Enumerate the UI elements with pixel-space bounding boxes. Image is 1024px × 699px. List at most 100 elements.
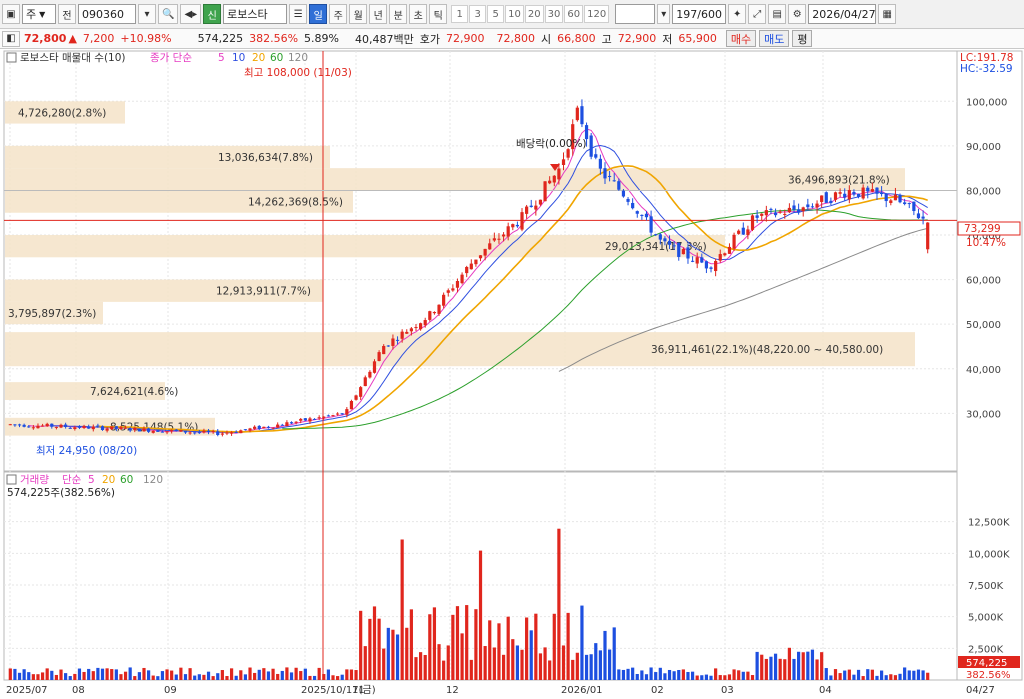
empty-field[interactable] <box>615 4 656 24</box>
volume-bar <box>225 676 229 680</box>
x-axis-label: 04/27 <box>966 685 995 696</box>
candle-body <box>644 213 649 218</box>
volume-profile-label: 36,911,461(22.1%)(48,220.00 ~ 40,580.00) <box>651 344 883 356</box>
market-value: 주 <box>26 8 37 21</box>
candle-body <box>437 304 441 314</box>
volume-bar <box>100 668 105 680</box>
volume-tick-label: 10,000K <box>968 549 1010 560</box>
volume-bar <box>59 669 63 680</box>
period-120[interactable]: 120 <box>584 5 610 23</box>
candle-body <box>732 234 736 249</box>
expand-icon[interactable]: ◧ <box>2 30 20 47</box>
buy-button[interactable]: 매수 <box>725 30 757 47</box>
volume-bar <box>667 669 672 680</box>
tf-week[interactable]: 주 <box>329 4 348 24</box>
search-icon[interactable]: 🔍 <box>158 4 179 24</box>
candle-body <box>77 426 82 428</box>
window-icon[interactable]: ▣ <box>2 4 20 24</box>
volume-bar <box>87 668 91 680</box>
legend-toggle-icon[interactable] <box>6 52 17 63</box>
candle-body <box>308 418 312 422</box>
volume-bar <box>174 674 178 680</box>
volume-bar <box>474 609 478 680</box>
volume-bar <box>391 629 395 680</box>
tool-icon-b[interactable]: ⤢ <box>748 4 767 24</box>
volume-bar <box>271 668 275 680</box>
candle-body <box>856 193 861 197</box>
tf-min[interactable]: 분 <box>389 4 408 24</box>
volume-bar <box>695 675 699 680</box>
sell-button[interactable]: 매도 <box>759 30 790 47</box>
volume-bar <box>312 675 317 680</box>
candle-body <box>289 422 294 424</box>
candle-body <box>843 193 847 198</box>
tf-sec[interactable]: 초 <box>409 4 428 24</box>
dropdown-icon[interactable]: ▾ <box>138 4 156 24</box>
candle-body <box>635 211 639 214</box>
volume-bar <box>672 671 676 680</box>
candle-body <box>82 425 86 429</box>
candle-body <box>478 255 483 259</box>
volume-tick-label: 7,500K <box>968 581 1004 592</box>
candle-body <box>552 175 556 183</box>
market-select[interactable]: 주 ▼ <box>22 4 56 24</box>
spin-icon[interactable]: ▾ <box>657 4 671 24</box>
period-30[interactable]: 30 <box>544 5 564 23</box>
candle-body <box>847 190 851 200</box>
stock-chart[interactable]: 100,00090,00080,00070,00060,00050,00040,… <box>0 49 1024 699</box>
volume-bar <box>543 647 547 680</box>
period-1[interactable]: 1 <box>451 5 469 23</box>
candle-body <box>220 433 224 435</box>
volume-bar <box>257 669 261 680</box>
candle-body <box>239 430 243 434</box>
code-input[interactable]: 090360 <box>78 4 136 24</box>
eval-button[interactable]: 평 <box>792 30 813 47</box>
stock-name[interactable]: 로보스타 <box>223 4 288 24</box>
hc-value: HC:-32.59 <box>960 63 1013 75</box>
tf-day[interactable]: 일 <box>309 4 328 24</box>
volume-bar <box>737 670 741 680</box>
calendar-icon[interactable]: ▦ <box>878 4 897 24</box>
candle-body <box>903 202 907 205</box>
period-60[interactable]: 60 <box>564 5 584 23</box>
gear-icon[interactable]: ⚙ <box>788 4 807 24</box>
volume-bar <box>829 675 833 680</box>
volume-bar <box>151 675 155 680</box>
candle-body <box>446 290 450 293</box>
candle-body <box>225 432 229 434</box>
candle-body <box>133 427 137 431</box>
volume-bar <box>469 659 473 680</box>
tool-icon-a[interactable]: ✦ <box>728 4 747 24</box>
volume-bar <box>299 671 303 680</box>
period-3[interactable]: 3 <box>469 5 487 23</box>
price-tick-label: 80,000 <box>966 186 1001 197</box>
tf-tick[interactable]: 틱 <box>429 4 448 24</box>
tf-month[interactable]: 월 <box>349 4 368 24</box>
period-5[interactable]: 5 <box>487 5 505 23</box>
sound-icon[interactable]: ◀▸ <box>180 4 202 24</box>
prev-button[interactable]: 전 <box>58 4 76 24</box>
candle-body <box>506 226 510 237</box>
volume-bar <box>82 671 86 680</box>
tf-year[interactable]: 년 <box>369 4 388 24</box>
date-field[interactable]: 2026/04/27 <box>808 4 877 24</box>
volume-bar <box>658 667 662 680</box>
candle-body <box>801 207 805 212</box>
candle-body <box>829 200 833 204</box>
volume-bar <box>340 674 344 680</box>
stock-menu-icon[interactable]: ☰ <box>289 4 308 24</box>
volume-bar <box>566 612 570 680</box>
chevron-down-icon: ▼ <box>39 9 46 19</box>
current-price-value: 73,299 <box>964 223 1001 235</box>
volume-legend-toggle-icon[interactable] <box>6 474 17 485</box>
candle-body <box>377 352 381 361</box>
count-field[interactable]: 197/600 <box>672 4 727 24</box>
vma20-label: 20 <box>102 474 115 486</box>
candle-body <box>584 125 589 140</box>
period-20[interactable]: 20 <box>524 5 544 23</box>
candle-body <box>497 238 501 240</box>
period-10[interactable]: 10 <box>505 5 524 23</box>
save-icon[interactable]: ▤ <box>768 4 787 24</box>
candle-body <box>663 238 667 242</box>
volume-bar <box>40 672 45 680</box>
